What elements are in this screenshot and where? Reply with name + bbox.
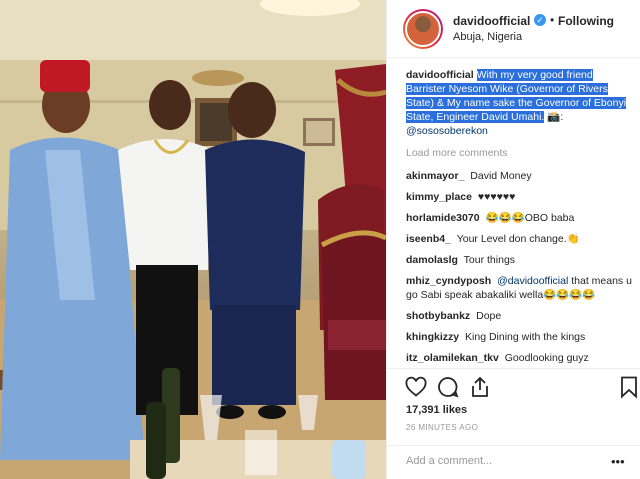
add-comment-bar: ••• — [387, 445, 640, 479]
comment-username[interactable]: iseenb4_ — [406, 233, 451, 245]
comment-item: mhiz_cyndyposh @davidoofficial that mean… — [406, 274, 632, 302]
comment-username[interactable]: horlamide3070 — [406, 212, 480, 224]
comment-username[interactable]: damolaslg — [406, 254, 458, 266]
comment-username[interactable]: mhiz_cyndyposh — [406, 275, 491, 287]
comment-item: akinmayor_ David Money — [406, 169, 632, 183]
post-header: davidoofficial ✓ • Following Abuja, Nige… — [387, 0, 640, 58]
comment-item: itz_olamilekan_tkv Goodlooking guyz — [406, 351, 632, 365]
comment-item: iseenb4_ Your Level don change.👏 — [406, 232, 632, 246]
comment-username[interactable]: khingkizzy — [406, 331, 459, 343]
comment-input[interactable] — [406, 455, 596, 467]
comment-text: Your Level don change.👏 — [456, 233, 580, 245]
comment-text: 😂😂😂OBO baba — [485, 212, 575, 224]
comment-item: damolaslg Tour things — [406, 253, 632, 267]
comment-text: ♥♥♥♥♥♥ — [477, 191, 516, 203]
comments-section[interactable]: davidoofficial With my very good friend … — [406, 68, 632, 368]
comment-username[interactable]: kimmy_place — [406, 191, 472, 203]
more-options-icon[interactable]: ••• — [611, 454, 625, 469]
avatar[interactable] — [403, 9, 443, 49]
avatar-image — [405, 11, 441, 47]
comment-item: shotbybankz Dope — [406, 309, 632, 323]
comment-text: King Dining with the kings — [465, 331, 586, 343]
photo-illustration — [0, 0, 386, 479]
caption-camera-emoji: 📸: — [547, 111, 564, 123]
comment-text: David Money — [470, 170, 532, 182]
comment-username[interactable]: akinmayor_ — [406, 170, 464, 182]
post-caption: davidoofficial With my very good friend … — [406, 68, 632, 138]
separator-dot: • — [550, 13, 555, 27]
comment-username[interactable]: shotbybankz — [406, 310, 470, 322]
caption-mention[interactable]: @sososoberekon — [406, 125, 488, 137]
likes-count[interactable]: 17,391 likes — [406, 404, 467, 416]
post-detail-panel: davidoofficial ✓ • Following Abuja, Nige… — [386, 0, 640, 479]
username-link[interactable]: davidoofficial — [453, 14, 530, 28]
caption-username[interactable]: davidoofficial — [406, 69, 474, 81]
post-timestamp: 26 MINUTES AGO — [406, 423, 479, 432]
comment-username[interactable]: itz_olamilekan_tkv — [406, 352, 499, 364]
share-icon[interactable] — [468, 375, 492, 399]
comment-item: khingkizzy King Dining with the kings — [406, 330, 632, 344]
bookmark-icon[interactable] — [617, 375, 640, 399]
post-actions: 17,391 likes 26 MINUTES AGO ••• — [387, 368, 640, 478]
post-photo[interactable] — [0, 0, 386, 479]
comment-text: Dope — [476, 310, 502, 322]
location-link[interactable]: Abuja, Nigeria — [453, 31, 522, 43]
verified-badge-icon: ✓ — [534, 14, 546, 26]
comment-text: Goodlooking guyz — [504, 352, 589, 364]
comment-mention[interactable]: @davidoofficial — [497, 275, 568, 287]
heart-icon[interactable] — [404, 375, 428, 399]
comment-icon[interactable] — [436, 375, 460, 399]
comment-item: kimmy_place ♥♥♥♥♥♥ — [406, 190, 632, 204]
comment-item: horlamide3070 😂😂😂OBO baba — [406, 211, 632, 225]
following-button[interactable]: Following — [558, 14, 614, 28]
load-more-comments[interactable]: Load more comments — [406, 146, 632, 160]
comment-text: Tour things — [463, 254, 516, 266]
